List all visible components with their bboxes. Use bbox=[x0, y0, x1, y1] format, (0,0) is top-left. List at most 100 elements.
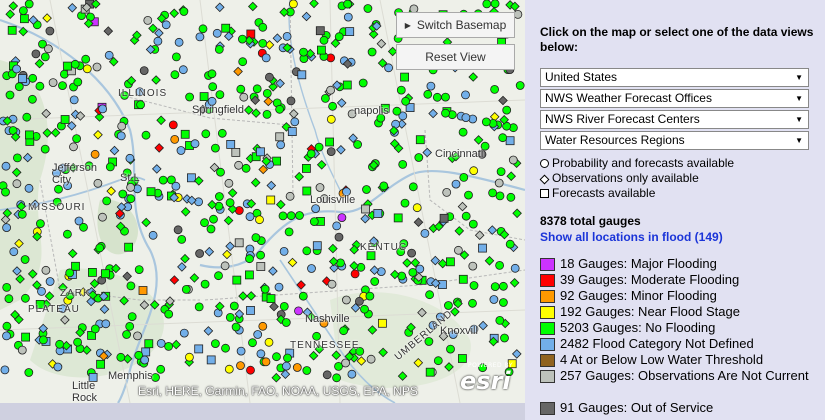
gauge-marker-square[interactable] bbox=[19, 14, 29, 24]
gauge-marker-circle[interactable] bbox=[326, 147, 336, 157]
gauge-marker-diamond[interactable] bbox=[103, 26, 114, 36]
gauge-marker-square[interactable] bbox=[246, 305, 255, 315]
gauge-marker-circle[interactable] bbox=[256, 250, 266, 260]
gauge-marker-diamond[interactable] bbox=[238, 291, 248, 301]
gauge-marker-circle[interactable] bbox=[54, 184, 63, 194]
gauge-marker-circle[interactable] bbox=[95, 243, 105, 253]
gauge-marker-circle[interactable] bbox=[140, 355, 150, 365]
gauge-marker-circle[interactable] bbox=[55, 339, 64, 349]
gauge-marker-circle[interactable] bbox=[79, 222, 88, 232]
gauge-marker-diamond[interactable] bbox=[417, 307, 427, 318]
gauge-marker-circle[interactable] bbox=[451, 179, 461, 189]
gauge-marker-circle[interactable] bbox=[73, 77, 83, 87]
gauge-marker-diamond[interactable] bbox=[27, 269, 38, 279]
gauge-marker-circle[interactable] bbox=[92, 62, 102, 72]
gauge-marker-diamond[interactable] bbox=[272, 33, 283, 44]
gauge-marker-diamond[interactable] bbox=[247, 1, 258, 12]
gauge-marker-circle[interactable] bbox=[258, 321, 268, 331]
gauge-marker-diamond[interactable] bbox=[44, 291, 55, 301]
gauge-marker-circle[interactable] bbox=[489, 295, 499, 304]
gauge-marker-circle[interactable] bbox=[302, 246, 312, 256]
gauge-marker-circle[interactable] bbox=[237, 34, 247, 44]
gauge-marker-circle[interactable] bbox=[414, 153, 424, 162]
gauge-marker-circle[interactable] bbox=[412, 203, 422, 213]
gauge-marker-circle[interactable] bbox=[122, 330, 131, 339]
gauge-marker-circle[interactable] bbox=[2, 321, 12, 331]
gauge-marker-diamond[interactable] bbox=[5, 9, 16, 20]
gauge-marker-circle[interactable] bbox=[334, 232, 344, 242]
gauge-marker-circle[interactable] bbox=[298, 291, 308, 301]
gauge-marker-circle[interactable] bbox=[246, 365, 255, 375]
gauge-marker-circle[interactable] bbox=[366, 354, 376, 364]
gauge-marker-circle[interactable] bbox=[262, 110, 272, 119]
gauge-marker-circle[interactable] bbox=[327, 279, 337, 289]
gauge-marker-square[interactable] bbox=[393, 213, 403, 223]
gauge-marker-circle[interactable] bbox=[234, 206, 244, 215]
gauge-marker-circle[interactable] bbox=[299, 47, 308, 57]
gauge-marker-circle[interactable] bbox=[24, 0, 34, 9]
gauge-marker-circle[interactable] bbox=[334, 32, 344, 42]
gauge-marker-diamond[interactable] bbox=[151, 75, 161, 85]
gauge-marker-diamond[interactable] bbox=[336, 98, 347, 108]
gauge-marker-diamond[interactable] bbox=[331, 350, 342, 361]
gauge-marker-circle[interactable] bbox=[141, 130, 151, 140]
gauge-marker-diamond[interactable] bbox=[428, 108, 438, 119]
gauge-marker-circle[interactable] bbox=[201, 129, 211, 139]
gauge-marker-circle[interactable] bbox=[35, 81, 45, 91]
gauge-marker-circle[interactable] bbox=[350, 269, 360, 279]
gauge-marker-circle[interactable] bbox=[306, 149, 316, 159]
gauge-marker-diamond[interactable] bbox=[268, 266, 278, 276]
gauge-marker-circle[interactable] bbox=[164, 309, 174, 319]
gauge-marker-circle[interactable] bbox=[408, 182, 418, 192]
gauge-marker-circle[interactable] bbox=[469, 166, 479, 176]
gauge-marker-diamond[interactable] bbox=[14, 238, 24, 249]
gauge-marker-circle[interactable] bbox=[176, 146, 186, 155]
gauge-marker-circle[interactable] bbox=[210, 339, 220, 349]
gauge-marker-circle[interactable] bbox=[281, 361, 291, 371]
gauge-marker-circle[interactable] bbox=[161, 20, 171, 30]
gauge-marker-circle[interactable] bbox=[214, 271, 223, 281]
gauge-marker-circle[interactable] bbox=[118, 189, 128, 199]
gauge-marker-circle[interactable] bbox=[229, 301, 239, 311]
gauge-marker-diamond[interactable] bbox=[246, 291, 257, 301]
gauge-marker-circle[interactable] bbox=[459, 172, 469, 182]
reset-view-button[interactable]: Reset View bbox=[396, 44, 515, 70]
select-united-states[interactable]: United States ▼ bbox=[540, 68, 809, 87]
gauge-marker-circle[interactable] bbox=[236, 84, 246, 94]
gauge-marker-circle[interactable] bbox=[158, 175, 168, 185]
gauge-marker-square[interactable] bbox=[445, 257, 455, 267]
gauge-marker-diamond[interactable] bbox=[119, 295, 129, 306]
gauge-marker-circle[interactable] bbox=[248, 338, 257, 348]
gauge-marker-circle[interactable] bbox=[302, 366, 312, 375]
gauge-marker-circle[interactable] bbox=[200, 279, 210, 289]
gauge-marker-circle[interactable] bbox=[245, 212, 255, 222]
gauge-marker-circle[interactable] bbox=[341, 295, 351, 305]
gauge-marker-circle[interactable] bbox=[198, 24, 208, 34]
gauge-marker-circle[interactable] bbox=[238, 57, 248, 67]
gauge-marker-circle[interactable] bbox=[309, 217, 319, 227]
gauge-marker-circle[interactable] bbox=[365, 291, 375, 301]
gauge-marker-circle[interactable] bbox=[272, 352, 281, 362]
gauge-marker-circle[interactable] bbox=[262, 89, 272, 98]
select-forecast-offices[interactable]: NWS Weather Forecast Offices ▼ bbox=[540, 89, 809, 108]
gauge-marker-diamond[interactable] bbox=[506, 171, 517, 182]
gauge-marker-circle[interactable] bbox=[48, 78, 58, 87]
gauge-marker-circle[interactable] bbox=[136, 100, 146, 110]
gauge-marker-circle[interactable] bbox=[379, 181, 389, 191]
gauge-marker-square[interactable] bbox=[342, 80, 352, 90]
gauge-marker-circle[interactable] bbox=[282, 32, 292, 41]
gauge-marker-circle[interactable] bbox=[370, 277, 380, 286]
gauge-marker-square[interactable] bbox=[439, 213, 449, 223]
gauge-marker-square[interactable] bbox=[7, 25, 17, 35]
gauge-marker-circle[interactable] bbox=[441, 108, 450, 118]
gauge-marker-diamond[interactable] bbox=[204, 246, 215, 257]
gauge-marker-diamond[interactable] bbox=[266, 180, 277, 191]
gauge-marker-diamond[interactable] bbox=[8, 1, 19, 11]
gauge-marker-circle[interactable] bbox=[72, 134, 81, 144]
gauge-marker-square[interactable] bbox=[266, 195, 276, 205]
gauge-marker-diamond[interactable] bbox=[413, 217, 424, 228]
gauge-marker-circle[interactable] bbox=[239, 92, 249, 102]
gauge-marker-square[interactable] bbox=[478, 243, 487, 253]
gauge-marker-circle[interactable] bbox=[37, 286, 46, 296]
gauge-marker-circle[interactable] bbox=[179, 328, 189, 338]
